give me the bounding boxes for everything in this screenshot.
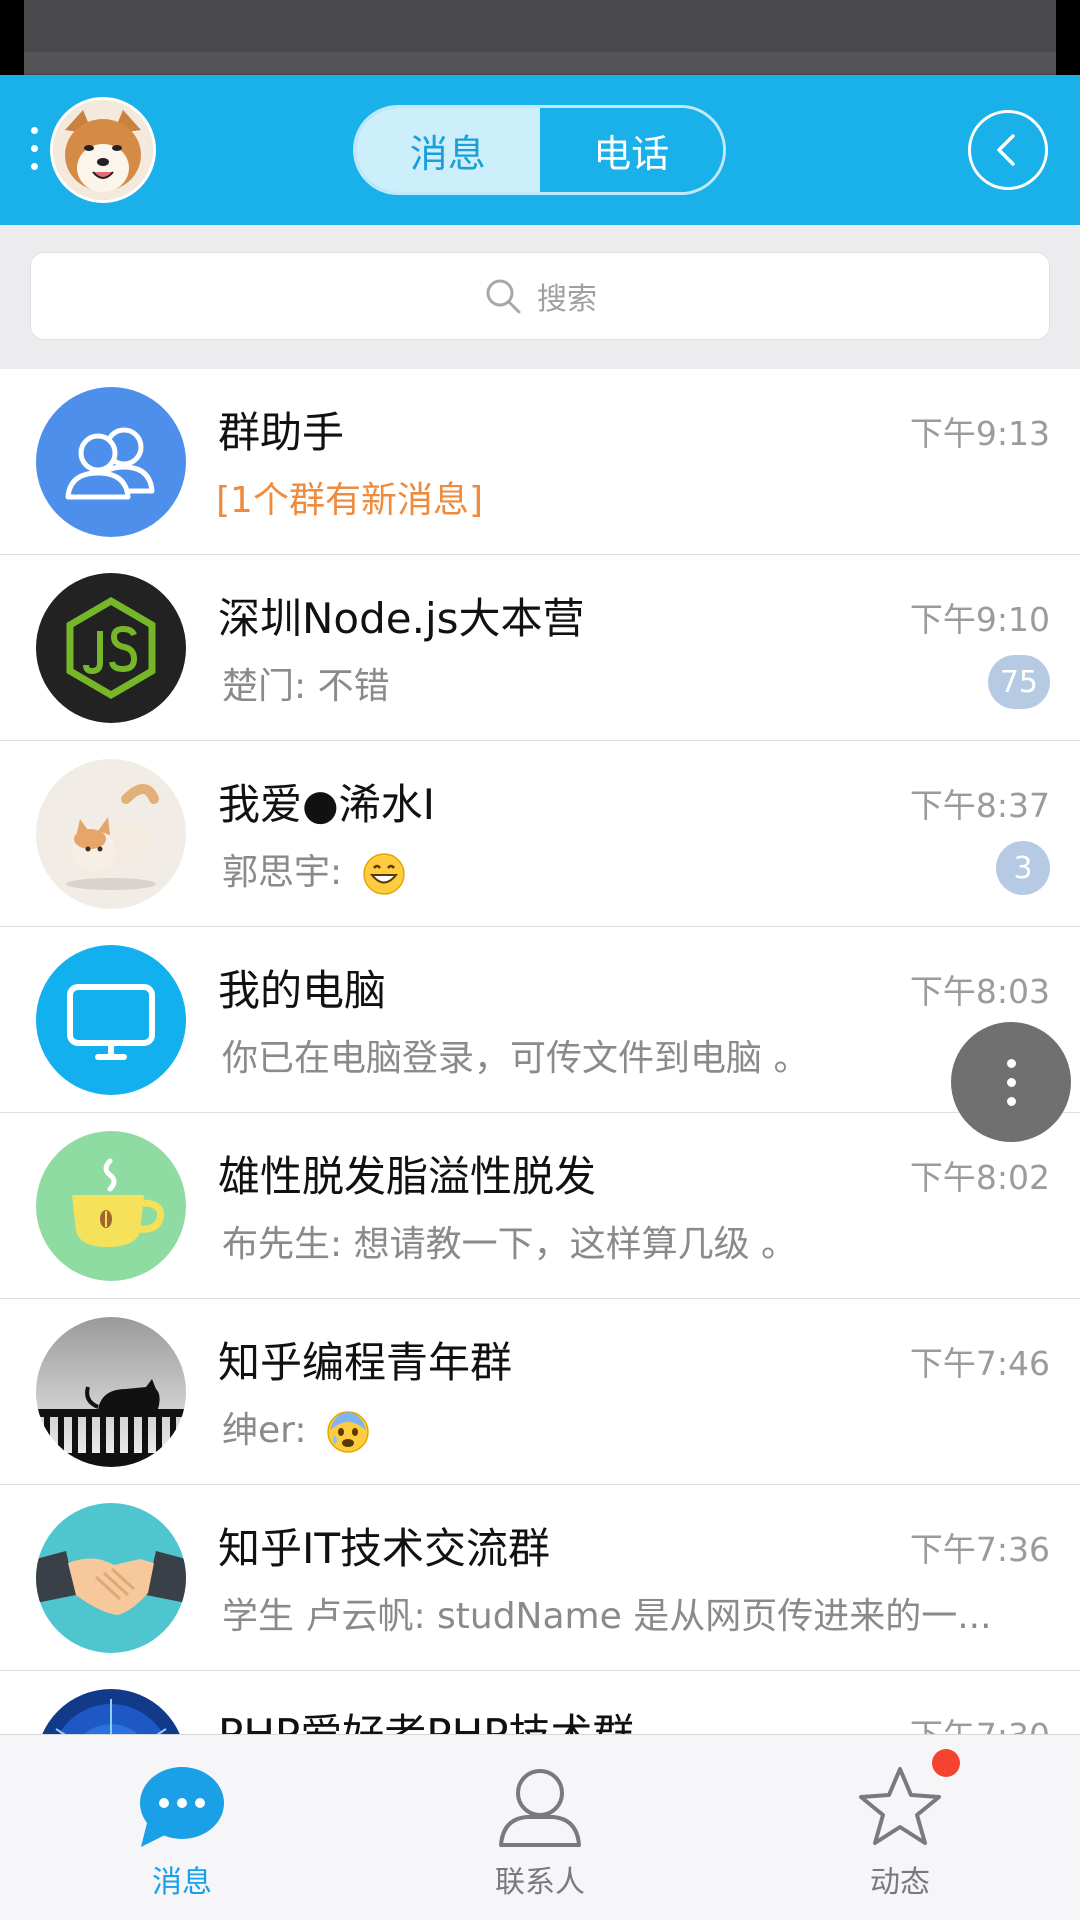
conversation-row[interactable]: 深圳Node.js大本营 下午9:10 楚门: 不错 75 xyxy=(0,555,1080,741)
conversation-preview-wrap: 郭思宇: xyxy=(222,843,406,896)
chat-bubble-icon xyxy=(140,1767,224,1847)
tab-label: 消息 xyxy=(152,1865,212,1900)
tab-label: 动态 xyxy=(870,1865,930,1900)
floating-more-button[interactable] xyxy=(951,1022,1071,1142)
group-assistant-icon xyxy=(36,387,186,537)
tab-messages-bottom[interactable]: 消息 xyxy=(82,1735,282,1921)
chevron-left-icon xyxy=(997,134,1015,166)
tab-feed[interactable]: 动态 xyxy=(800,1735,1000,1921)
conversation-time: 下午7:46 xyxy=(909,1344,1050,1383)
search-input[interactable]: 搜索 xyxy=(30,252,1050,340)
unread-badge: 3 xyxy=(996,841,1050,895)
notification-shade[interactable] xyxy=(24,0,1056,77)
message-call-segmented-control: 消息 电话 xyxy=(353,105,726,195)
conversation-title: 雄性脱发脂溢性脱发 xyxy=(218,1152,597,1201)
conversation-time: 下午9:10 xyxy=(909,600,1050,639)
search-area: 搜索 xyxy=(0,225,1080,369)
tab-calls[interactable]: 电话 xyxy=(539,108,723,192)
kitten-photo xyxy=(36,759,186,909)
conversation-preview-wrap: 绅er: xyxy=(222,1401,370,1454)
status-bar xyxy=(0,0,1080,77)
top-header: 消息 电话 xyxy=(0,75,1080,225)
bottom-tab-bar: 消息 联系人 动态 xyxy=(0,1734,1080,1920)
coffee-cup-icon xyxy=(36,1131,186,1281)
conversation-preview: 你已在电脑登录，可传文件到电脑 。 xyxy=(222,1038,810,1079)
more-menu-icon[interactable] xyxy=(26,127,42,173)
grinning-face-emoji-icon xyxy=(362,853,405,895)
conversation-row[interactable]: 我的电脑 下午8:03 你已在电脑登录，可传文件到电脑 。 xyxy=(0,927,1080,1113)
user-avatar[interactable] xyxy=(50,97,156,203)
conversation-row[interactable]: 雄性脱发脂溢性脱发 下午8:02 布先生: 想请教一下，这样算几级 。 xyxy=(0,1113,1080,1299)
conversation-preview: 布先生: 想请教一下，这样算几级 。 xyxy=(222,1224,798,1265)
conversation-row[interactable]: PHP爱好者PHP技术群 下午7:30 xyxy=(0,1671,1080,1734)
conversation-time: 下午8:03 xyxy=(909,972,1050,1011)
back-button[interactable] xyxy=(968,110,1048,190)
notification-dot xyxy=(932,1749,960,1777)
conversation-row[interactable]: 群助手 下午9:13 [1个群有新消息] xyxy=(0,369,1080,555)
conversation-time: 下午7:36 xyxy=(909,1530,1050,1569)
cat-on-fence-photo xyxy=(36,1317,186,1467)
conversation-row[interactable]: 知乎编程青年群 下午7:46 绅er: xyxy=(0,1299,1080,1485)
conversation-preview: 绅er: xyxy=(222,1410,318,1451)
nodejs-logo xyxy=(36,573,186,723)
conversation-row[interactable]: 我爱●浠水I 下午8:37 郭思宇: 3 xyxy=(0,741,1080,927)
conversation-title: 知乎IT技术交流群 xyxy=(218,1524,551,1573)
conversation-title: 深圳Node.js大本营 xyxy=(218,594,585,643)
conversation-preview: 学生 卢云帆: studName 是从网页传进来的一... xyxy=(222,1596,992,1637)
search-icon xyxy=(486,279,521,314)
contact-person-icon xyxy=(499,1769,581,1847)
conversation-title: 群助手 xyxy=(218,408,345,457)
conversation-preview: [1个群有新消息] xyxy=(216,480,483,521)
computer-icon xyxy=(36,945,186,1095)
handshake-icon xyxy=(36,1503,186,1653)
conversation-title: 知乎编程青年群 xyxy=(218,1338,513,1387)
tab-messages[interactable]: 消息 xyxy=(356,108,540,192)
conversation-preview: 郭思宇: xyxy=(222,852,354,893)
star-icon xyxy=(859,1767,941,1845)
blue-network-photo xyxy=(36,1689,186,1734)
tab-contacts[interactable]: 联系人 xyxy=(440,1735,640,1921)
tab-label: 联系人 xyxy=(495,1865,585,1900)
conversation-preview: 楚门: 不错 xyxy=(222,666,390,707)
conversation-row[interactable]: 知乎IT技术交流群 下午7:36 学生 卢云帆: studName 是从网页传进… xyxy=(0,1485,1080,1671)
conversation-list[interactable]: 群助手 下午9:13 [1个群有新消息] 深圳Node.js大本营 下午9:10… xyxy=(0,369,1080,1734)
conversation-title: PHP爱好者PHP技术群 xyxy=(218,1701,634,1734)
conversation-title: 我爱●浠水I xyxy=(218,780,436,829)
conversation-title: 我的电脑 xyxy=(218,966,387,1015)
conversation-time: 下午7:30 xyxy=(910,1709,1050,1734)
anxious-face-emoji-icon xyxy=(327,1411,369,1453)
conversation-time: 下午8:37 xyxy=(909,786,1050,825)
conversation-time: 下午8:02 xyxy=(909,1158,1050,1197)
conversation-time: 下午9:13 xyxy=(909,414,1050,453)
unread-badge: 75 xyxy=(987,655,1050,709)
search-placeholder: 搜索 xyxy=(537,282,597,317)
